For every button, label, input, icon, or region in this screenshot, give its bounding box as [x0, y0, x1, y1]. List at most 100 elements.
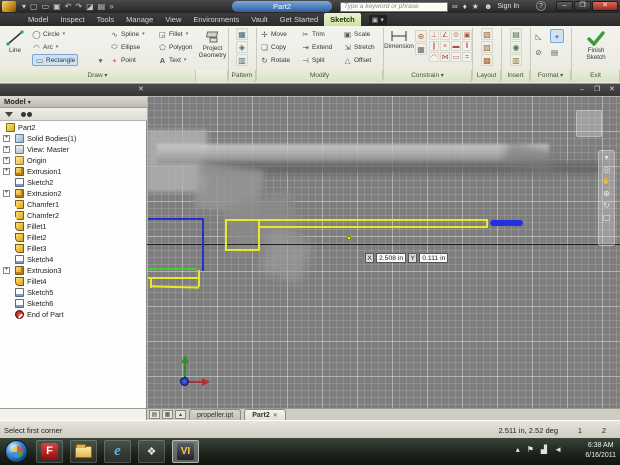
make-components-icon[interactable]	[481, 41, 493, 53]
cascade-view-icon[interactable]	[162, 410, 173, 419]
doc-tab-part2[interactable]: Part2	[244, 409, 286, 420]
sketch-tool-icon[interactable]	[86, 1, 94, 12]
taskbar-clock[interactable]: 6:38 AM 6/16/2011	[585, 441, 616, 461]
scale-tool[interactable]: Scale	[343, 28, 370, 40]
tab-model[interactable]: Model	[22, 13, 54, 26]
close-button[interactable]: ✕	[592, 1, 618, 11]
sketch-line-green[interactable]	[148, 268, 197, 270]
sketch-line-yellow-b[interactable]	[198, 270, 200, 287]
tree-item-sketch5[interactable]: Sketch5	[0, 287, 146, 298]
tree-item-extrusion3[interactable]: Extrusion3	[0, 265, 146, 276]
pan-icon[interactable]	[602, 178, 611, 186]
tree-item-extrusion1[interactable]: Extrusion1	[0, 166, 146, 177]
sign-in-link[interactable]: Sign In	[497, 3, 519, 10]
tab-sketch[interactable]: Sketch	[324, 13, 361, 26]
orbit-icon[interactable]	[603, 202, 610, 210]
perpendicular-constraint-icon[interactable]	[429, 30, 439, 40]
pattern-panel-label[interactable]: Pattern	[229, 70, 256, 82]
help-search-input[interactable]: Type a keyword or phrase	[340, 1, 448, 12]
arc-tool[interactable]: Arc	[32, 41, 58, 53]
viewcube[interactable]	[576, 110, 602, 137]
stretch-tool[interactable]: Stretch	[343, 41, 375, 53]
doc-restore-icon[interactable]	[594, 86, 600, 94]
project-geometry-button[interactable]: Project Geometry	[197, 28, 228, 69]
taskbar-inventor-active[interactable]: VI	[172, 440, 199, 463]
rectangle-dropdown[interactable]	[96, 54, 105, 66]
spline-tool[interactable]: Spline	[110, 28, 145, 40]
user-icon[interactable]	[484, 2, 492, 11]
tangent-constraint-icon[interactable]	[429, 52, 439, 62]
filter-icon[interactable]	[5, 111, 13, 117]
offset-tool[interactable]: Offset	[343, 54, 371, 66]
find-icon[interactable]	[21, 111, 26, 117]
insert-panel-label[interactable]: Insert	[502, 70, 530, 82]
extend-tool[interactable]: Extend	[301, 41, 332, 53]
minimize-button[interactable]: –	[556, 1, 573, 11]
save-icon[interactable]	[53, 1, 61, 12]
constrain-panel-label[interactable]: Constrain	[384, 70, 472, 82]
parallel-constraint-icon[interactable]	[429, 41, 439, 51]
browser-header[interactable]: Model	[0, 96, 147, 108]
navbar-options-icon[interactable]	[604, 154, 608, 162]
sketch-only-tool[interactable]	[534, 30, 543, 42]
sketch-rectangle-yellow[interactable]	[225, 219, 260, 251]
tree-item-fillet1[interactable]: Fillet1	[0, 221, 146, 232]
sketch-line-blue-top[interactable]	[148, 218, 204, 220]
help-icon[interactable]: ?	[536, 1, 546, 11]
tile-view-icon[interactable]	[149, 410, 160, 419]
tab-scroll-up-icon[interactable]	[175, 410, 186, 419]
line-tool-button[interactable]: Line	[0, 28, 30, 69]
taskbar-internet-explorer[interactable]: e	[104, 440, 131, 463]
ribbon-display-toggle[interactable]	[368, 15, 387, 25]
circular-pattern-icon[interactable]	[236, 41, 248, 53]
tree-item-solid-bodies[interactable]: Solid Bodies(1)	[0, 133, 146, 144]
construction-tool[interactable]	[534, 46, 543, 58]
sketch-line-blue-vertical[interactable]	[202, 218, 204, 271]
import-points-icon[interactable]	[510, 41, 522, 53]
app-menu-arrow-icon[interactable]	[22, 1, 26, 12]
tree-item-chamfer1[interactable]: Chamfer1	[0, 199, 146, 210]
driven-dimension-tool[interactable]	[550, 46, 559, 58]
doc-tab-propeller[interactable]: propeller.ipt	[189, 409, 242, 420]
split-tool[interactable]: Split	[301, 54, 325, 66]
angle-constraint-icon[interactable]	[440, 30, 450, 40]
layout-panel-label[interactable]: Layout	[473, 70, 501, 82]
action-center-flag-icon[interactable]	[527, 445, 534, 454]
auto-dimension-icon[interactable]	[415, 30, 427, 42]
tab-vault[interactable]: Vault	[245, 13, 274, 26]
tree-item-sketch6[interactable]: Sketch6	[0, 298, 146, 309]
vertical-constraint-icon[interactable]	[462, 41, 472, 51]
tree-item-extrusion2[interactable]: Extrusion2	[0, 188, 146, 199]
open-file-icon[interactable]	[42, 1, 50, 12]
modify-panel-label[interactable]: Modify	[257, 70, 383, 82]
tray-expand-icon[interactable]	[516, 445, 520, 454]
copy-tool[interactable]: Copy	[260, 41, 286, 53]
more-tools-icon[interactable]	[109, 1, 113, 12]
graphics-canvas[interactable]: X 2.508 in Y 0.111 in	[147, 96, 620, 408]
create-block-icon[interactable]	[481, 54, 493, 66]
point-tool[interactable]: Point	[110, 54, 136, 66]
horizontal-constraint-icon[interactable]	[451, 41, 461, 51]
update-icon[interactable]	[98, 1, 106, 12]
tree-item-sketch2[interactable]: Sketch2	[0, 177, 146, 188]
redo-icon[interactable]	[75, 1, 82, 12]
show-constraints-icon[interactable]	[415, 43, 427, 55]
expander-icon[interactable]	[3, 168, 10, 175]
circle-tool[interactable]: Circle	[32, 28, 65, 40]
tab-close-icon[interactable]	[273, 413, 278, 419]
tab-inspect[interactable]: Inspect	[54, 13, 90, 26]
sketch-line-yellow-a[interactable]	[148, 277, 199, 279]
tooltip-y-value[interactable]: 0.111 in	[419, 253, 449, 263]
tab-view[interactable]: View	[159, 13, 187, 26]
dimension-button[interactable]: Dimension	[384, 28, 414, 69]
tree-item-origin[interactable]: Origin	[0, 155, 146, 166]
finish-sketch-button[interactable]: Finish Sketch	[578, 28, 614, 69]
expander-icon[interactable]	[3, 135, 10, 142]
insert-image-icon[interactable]	[510, 28, 522, 40]
tree-item-sketch4[interactable]: Sketch4	[0, 254, 146, 265]
coincident-constraint-icon[interactable]	[440, 41, 450, 51]
symmetric-constraint-icon[interactable]	[451, 52, 461, 62]
tab-get-started[interactable]: Get Started	[274, 13, 324, 26]
ellipse-tool[interactable]: Ellipse	[110, 41, 140, 53]
tab-tools[interactable]: Tools	[91, 13, 121, 26]
